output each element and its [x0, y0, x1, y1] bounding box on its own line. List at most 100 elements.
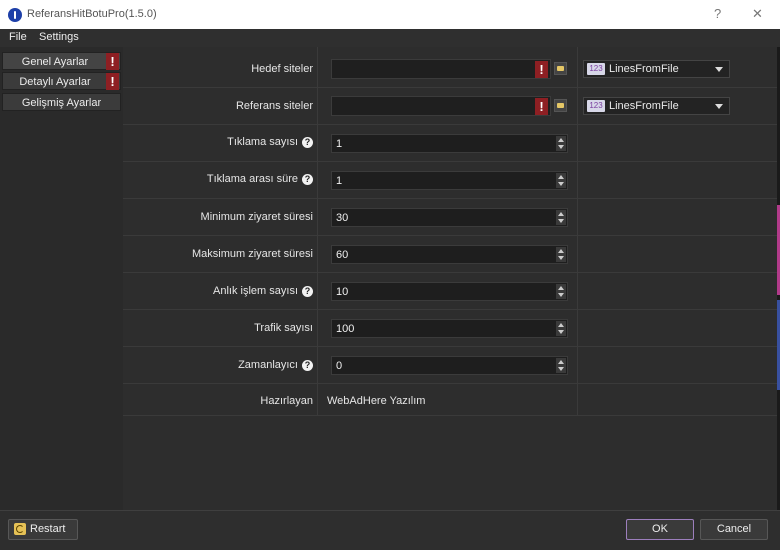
row-divider: [123, 235, 777, 236]
arrow-up-icon[interactable]: [558, 175, 564, 179]
row-divider: [123, 383, 777, 384]
help-icon[interactable]: ?: [302, 285, 313, 297]
spinbox-value: 1: [336, 138, 343, 150]
nav-item-label: Detaylı Ayarlar: [19, 76, 91, 88]
warning-icon: !: [106, 53, 119, 70]
spinbox-value: 10: [336, 286, 349, 298]
spinbox-value: 1: [336, 175, 343, 187]
help-icon[interactable]: ?: [302, 359, 313, 371]
chevron-down-icon: [715, 67, 723, 72]
bottom-bar: Restart OK Cancel: [0, 510, 780, 550]
column-divider: [577, 47, 578, 415]
folder-icon[interactable]: [554, 99, 567, 112]
anlik-islem-sayisi-spinbox[interactable]: 10: [331, 282, 568, 301]
column-divider: [317, 47, 318, 415]
hazirlayan-label: Hazırlayan: [260, 395, 313, 407]
spinbox-buttons[interactable]: [556, 321, 566, 336]
hazirlayan-value: WebAdHere Yazılım: [327, 395, 426, 407]
folder-icon[interactable]: [554, 62, 567, 75]
label-text: Anlık işlem sayısı: [213, 285, 298, 297]
tiklama-arasi-sure-label: Tıklama arası süre?: [123, 173, 313, 185]
spinbox-buttons[interactable]: [556, 210, 566, 225]
row-divider: [123, 87, 777, 88]
spinbox-value: 0: [336, 360, 343, 372]
arrow-up-icon[interactable]: [558, 360, 564, 364]
zamanlayici-spinbox[interactable]: 0: [331, 356, 568, 375]
label-text: Tıklama arası süre: [206, 173, 298, 185]
spinbox-value: 100: [336, 323, 355, 335]
close-window-button[interactable]: ✕: [752, 6, 763, 22]
arrow-down-icon[interactable]: [558, 219, 564, 223]
minimum-ziyaret-suresi-spinbox[interactable]: 30: [331, 208, 568, 227]
spinbox-buttons[interactable]: [556, 173, 566, 188]
ok-button[interactable]: OK: [626, 519, 694, 540]
arrow-up-icon[interactable]: [558, 286, 564, 290]
anlik-islem-sayisi-label: Anlık işlem sayısı?: [123, 285, 313, 297]
arrow-down-icon[interactable]: [558, 293, 564, 297]
help-title-button[interactable]: ?: [714, 6, 721, 21]
trafik-sayisi-spinbox[interactable]: 100: [331, 319, 568, 338]
maksimum-ziyaret-suresi-label: Maksimum ziyaret süresi: [191, 248, 313, 260]
menu-file[interactable]: File: [9, 31, 27, 43]
zamanlayici-label: Zamanlayıcı?: [123, 359, 313, 371]
help-icon[interactable]: ?: [302, 136, 313, 148]
hedef-siteler-label: Hedef siteler: [251, 63, 313, 75]
label-text: Zamanlayıcı: [238, 359, 298, 371]
nav-item-genel-ayarlar[interactable]: Genel Ayarlar !: [2, 52, 121, 70]
spinbox-value: 60: [336, 249, 349, 261]
referans-siteler-source-select[interactable]: 123 LinesFromFile: [583, 97, 730, 115]
window-title: ReferansHitBotuPro(1.5.0): [27, 8, 157, 20]
source-value: LinesFromFile: [609, 63, 679, 75]
title-bar: ReferansHitBotuPro(1.5.0) ? ✕: [0, 0, 780, 29]
row-divider: [123, 309, 777, 310]
help-icon[interactable]: ?: [302, 173, 313, 185]
menu-bar: File Settings: [0, 29, 780, 47]
sidebar: Genel Ayarlar ! Detaylı Ayarlar ! Gelişm…: [0, 47, 123, 510]
arrow-up-icon[interactable]: [558, 249, 564, 253]
nav-item-label: Genel Ayarlar: [21, 56, 89, 68]
arrow-down-icon[interactable]: [558, 367, 564, 371]
arrow-up-icon[interactable]: [558, 138, 564, 142]
restart-button[interactable]: Restart: [8, 519, 78, 540]
maksimum-ziyaret-suresi-spinbox[interactable]: 60: [331, 245, 568, 264]
row-divider: [123, 415, 777, 416]
spinbox-buttons[interactable]: [556, 284, 566, 299]
chevron-down-icon: [715, 104, 723, 109]
arrow-down-icon[interactable]: [558, 330, 564, 334]
tiklama-arasi-sure-spinbox[interactable]: 1: [331, 171, 568, 190]
restart-icon: [14, 523, 26, 535]
warning-icon: !: [106, 73, 119, 90]
spinbox-buttons[interactable]: [556, 247, 566, 262]
nav-item-gelismis-ayarlar[interactable]: Gelişmiş Ayarlar: [2, 93, 121, 111]
warning-icon: !: [535, 61, 548, 78]
app-icon: [8, 8, 22, 22]
warning-icon: !: [535, 98, 548, 115]
arrow-up-icon[interactable]: [558, 212, 564, 216]
label-text: Tıklama sayısı: [227, 136, 298, 148]
arrow-up-icon[interactable]: [558, 323, 564, 327]
row-divider: [123, 346, 777, 347]
source-value: LinesFromFile: [609, 100, 679, 112]
spinbox-buttons[interactable]: [556, 358, 566, 373]
numbers-icon: 123: [587, 100, 605, 112]
arrow-down-icon[interactable]: [558, 256, 564, 260]
spinbox-buttons[interactable]: [556, 136, 566, 151]
menu-settings[interactable]: Settings: [39, 31, 79, 43]
arrow-down-icon[interactable]: [558, 182, 564, 186]
tiklama-sayisi-spinbox[interactable]: 1: [331, 134, 568, 153]
minimum-ziyaret-suresi-label: Minimum ziyaret süresi: [200, 211, 313, 223]
nav-item-detayli-ayarlar[interactable]: Detaylı Ayarlar !: [2, 72, 121, 90]
cancel-button[interactable]: Cancel: [700, 519, 768, 540]
row-divider: [123, 198, 777, 199]
spinbox-value: 30: [336, 212, 349, 224]
row-divider: [123, 161, 777, 162]
nav-item-label: Gelişmiş Ayarlar: [21, 97, 102, 109]
restart-label: Restart: [30, 523, 66, 535]
hedef-siteler-source-select[interactable]: 123 LinesFromFile: [583, 60, 730, 78]
arrow-down-icon[interactable]: [558, 145, 564, 149]
hedef-siteler-input[interactable]: !: [331, 59, 551, 79]
referans-siteler-label: Referans siteler: [235, 100, 313, 112]
settings-panel: Hedef siteler ! 123 LinesFromFile Refera…: [123, 47, 777, 510]
referans-siteler-input[interactable]: !: [331, 96, 551, 116]
numbers-icon: 123: [587, 63, 605, 75]
